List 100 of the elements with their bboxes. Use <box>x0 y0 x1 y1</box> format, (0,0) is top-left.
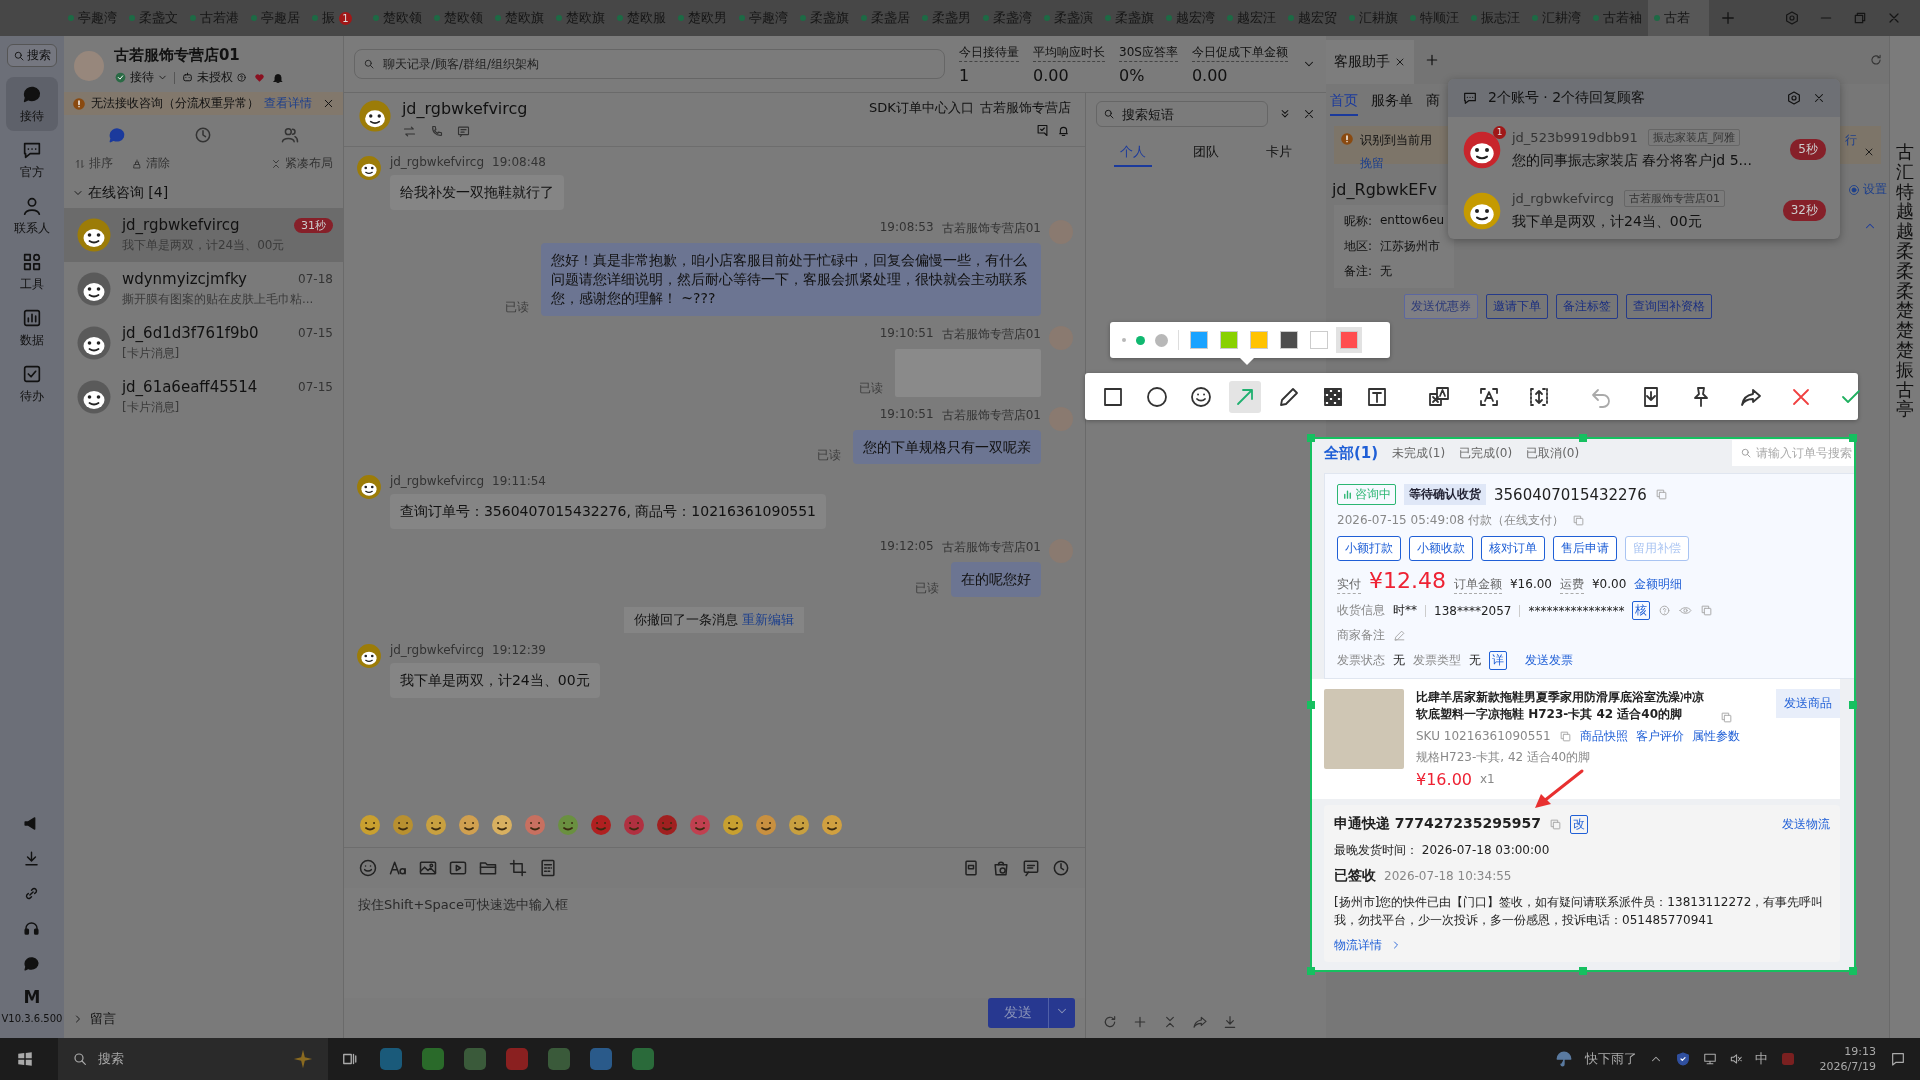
image-icon[interactable] <box>417 858 438 878</box>
phrase-tab[interactable]: 团队 <box>1186 139 1225 167</box>
resize-handle[interactable] <box>1849 701 1857 709</box>
assistant-subtab[interactable]: 首页 <box>1329 92 1358 116</box>
details-link[interactable]: 查看详情 <box>263 95 312 112</box>
headset-icon[interactable] <box>22 919 42 938</box>
send-product-button[interactable]: 发送商品 <box>1776 689 1840 718</box>
assistant-subtab[interactable]: 商 <box>1425 92 1440 116</box>
taskbar-search[interactable]: 搜索 <box>58 1038 328 1080</box>
phrase-tab[interactable]: 个人 <box>1113 139 1152 167</box>
order-action-button[interactable]: 小额收款 <box>1409 536 1473 561</box>
app-icon[interactable] <box>506 1048 528 1070</box>
product-link[interactable]: 属性参数 <box>1691 727 1740 745</box>
shop-link[interactable]: 古若服饰专营店 <box>979 99 1071 117</box>
network-icon[interactable] <box>1702 1052 1717 1066</box>
taskbar-clock[interactable]: 19:13 2026/7/19 <box>1819 1045 1876 1073</box>
screenshot-icon[interactable] <box>507 858 528 878</box>
resize-handle[interactable] <box>1579 967 1587 975</box>
resize-handle[interactable] <box>1307 701 1315 709</box>
weather-text[interactable]: 快下雨了 <box>1584 1050 1637 1068</box>
nav-item[interactable]: 工具 <box>5 245 58 299</box>
resize-handle[interactable] <box>1579 434 1587 442</box>
conversation-item[interactable]: jd_6d1d3f761f9b0 07-15 [卡片消息] <box>63 316 343 370</box>
order-action-button[interactable]: 小额打款 <box>1337 536 1401 561</box>
order-filter-tab[interactable]: 未完成(1) <box>1392 444 1446 462</box>
order-filter-tab[interactable]: 全部(1) <box>1324 443 1379 463</box>
order-filter-tab[interactable]: 已取消(0) <box>1526 444 1580 462</box>
search-field[interactable]: 聊天记录/顾客/群组/组织架构 <box>353 49 945 79</box>
input-method[interactable]: 中 <box>1754 1050 1768 1068</box>
app-icon[interactable] <box>464 1048 486 1070</box>
product-link[interactable]: 商品快照 <box>1579 727 1628 745</box>
settings-icon[interactable] <box>1784 10 1800 26</box>
product-link[interactable]: 客户评价 <box>1635 727 1684 745</box>
customer-action-button[interactable]: 备注标签 <box>1555 294 1618 319</box>
contacts-tab[interactable] <box>279 125 300 145</box>
copy-icon[interactable] <box>1700 604 1714 617</box>
copy-icon[interactable] <box>1572 514 1586 527</box>
copy-icon[interactable] <box>1720 710 1733 724</box>
weather-icon[interactable] <box>1554 1050 1573 1068</box>
transfer-icon[interactable] <box>401 124 417 139</box>
order-filter-tab[interactable]: 已完成(0) <box>1459 444 1513 462</box>
app-icon[interactable] <box>632 1048 654 1070</box>
security-icon[interactable] <box>1674 1051 1691 1067</box>
edit-icon[interactable] <box>1393 629 1406 642</box>
amount-detail-link[interactable]: 金额明细 <box>1634 576 1683 593</box>
app-icon[interactable] <box>422 1048 444 1070</box>
assistant-tab[interactable]: 客服助手 <box>1325 40 1414 84</box>
font-icon[interactable] <box>387 858 408 878</box>
add-tab-icon[interactable] <box>1719 9 1737 27</box>
restore-icon[interactable] <box>1852 10 1868 26</box>
assistant-subtab[interactable]: 服务单 <box>1370 92 1413 116</box>
order-action-button[interactable]: 核对订单 <box>1481 536 1545 561</box>
list-action[interactable]: 清除 <box>130 155 170 172</box>
help-icon[interactable] <box>1658 604 1672 617</box>
app-icon[interactable] <box>380 1048 402 1070</box>
phrase-tab[interactable]: 卡片 <box>1260 139 1299 167</box>
verify-button[interactable]: 核 <box>1632 601 1651 620</box>
search-button[interactable]: 搜索 <box>6 44 57 67</box>
resize-handle[interactable] <box>1307 434 1315 442</box>
alert-action-link[interactable]: 行 <box>1845 132 1857 158</box>
nav-item[interactable]: 待办 <box>5 357 58 411</box>
settings-radio[interactable]: 设置 <box>1848 181 1887 198</box>
close-icon[interactable] <box>1863 146 1875 158</box>
volume-icon[interactable] <box>1728 1052 1743 1066</box>
order-action-button[interactable]: 售后申请 <box>1553 536 1617 561</box>
shop-tab[interactable]: 古若 <box>1648 0 1709 36</box>
brand-letter[interactable]: M <box>23 987 41 1007</box>
app-tray-icon[interactable] <box>1779 1051 1796 1067</box>
list-action[interactable]: 排序 <box>73 155 113 172</box>
search-input[interactable]: 请输入订单号搜索 <box>1756 446 1854 460</box>
nav-item[interactable]: 官方 <box>5 133 58 187</box>
search-input[interactable]: 聊天记录/顾客/群组/组织架构 <box>380 56 936 72</box>
video-icon[interactable] <box>447 858 468 878</box>
resize-handle[interactable] <box>1849 434 1857 442</box>
messages-section[interactable]: 留言 <box>63 1002 343 1038</box>
retain-link[interactable]: 挽留 <box>1359 155 1384 172</box>
nav-item[interactable]: 数据 <box>5 301 58 355</box>
conversation-item[interactable]: jd_61a6eaff45514 07-15 [卡片消息] <box>63 370 343 424</box>
send-button[interactable]: 发送 <box>987 998 1075 1028</box>
edit-tracking-button[interactable]: 改 <box>1570 814 1588 834</box>
copy-icon[interactable] <box>1549 817 1562 831</box>
order-center-link[interactable]: SDK订单中心入口 <box>869 99 974 117</box>
export-icon[interactable] <box>1191 1014 1208 1030</box>
send-logistics-link[interactable]: 发送物流 <box>1782 815 1830 833</box>
nav-item[interactable]: 接待 <box>5 77 58 131</box>
nav-item[interactable]: 联系人 <box>5 189 58 243</box>
order-search-field[interactable]: 请输入订单号搜索 <box>1732 440 1854 466</box>
customer-action-button[interactable]: 邀请下单 <box>1485 294 1548 319</box>
resize-handle[interactable] <box>1849 967 1857 975</box>
refresh-icon[interactable] <box>1869 53 1883 67</box>
copy-icon[interactable] <box>1558 729 1572 743</box>
app-icon[interactable] <box>548 1048 570 1070</box>
pending-customer-item[interactable]: jd_rgbwkefvircg 古若服饰专营店01 我下单是两双，计24当、00元 32秒 <box>1448 178 1840 239</box>
resize-handle[interactable] <box>1307 967 1315 975</box>
settings-icon[interactable] <box>1786 90 1802 106</box>
copy-icon[interactable] <box>1654 488 1668 501</box>
notification-icon[interactable] <box>1890 1051 1906 1067</box>
brush-size-option[interactable] <box>1155 333 1168 347</box>
re-edit-link[interactable]: 重新编辑 <box>742 612 795 628</box>
app-icon[interactable] <box>590 1048 612 1070</box>
